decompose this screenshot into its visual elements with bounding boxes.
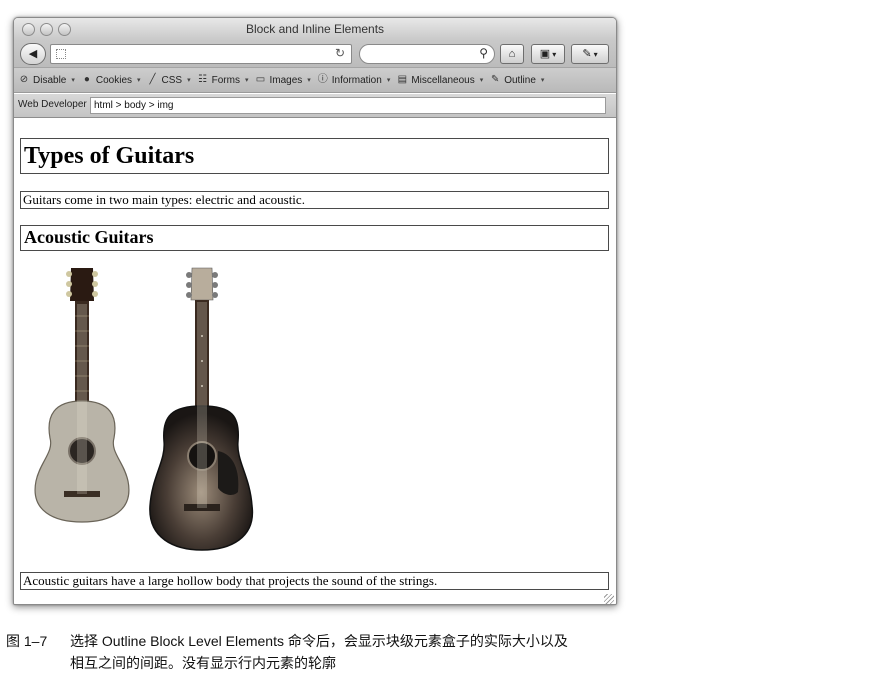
devbar-item-label: Information bbox=[331, 74, 382, 86]
chevron-down-icon: ▾ bbox=[386, 77, 391, 84]
disable-icon: ⊘ bbox=[19, 74, 29, 85]
web-developer-path-bar: Web Developer html > body > img bbox=[14, 94, 616, 118]
devbar-item-images[interactable]: ▭ Images ▾ bbox=[254, 74, 311, 86]
information-icon: ⓘ bbox=[317, 74, 328, 85]
chevron-down-icon: ▾ bbox=[244, 77, 249, 84]
devbar-item-forms[interactable]: ☷ Forms ▾ bbox=[197, 74, 249, 86]
cookies-icon: ● bbox=[83, 74, 90, 85]
favicon-placeholder-icon bbox=[56, 49, 66, 59]
chevron-down-icon: ▾ bbox=[540, 77, 545, 84]
devbar-item-miscellaneous[interactable]: ▤ Miscellaneous ▾ bbox=[396, 74, 484, 86]
home-icon[interactable]: ⌂ bbox=[500, 44, 524, 64]
web-developer-label: Web Developer bbox=[18, 99, 87, 110]
figure-number: 图 1–7 bbox=[6, 633, 48, 649]
intro-paragraph: Guitars come in two main types: electric… bbox=[20, 191, 609, 209]
web-developer-toolbar: ⊘ Disable ▾ ● Cookies ▾ ╱ CSS ▾ ☷ Forms ▾ ▭ Image… bbox=[14, 67, 616, 93]
classical-guitar-image bbox=[34, 268, 130, 523]
address-bar[interactable]: ↻ bbox=[50, 44, 352, 64]
search-icon: ⚲ bbox=[479, 46, 488, 60]
caption-line-2: 相互之间的间距。没有显示行内元素的轮廓 bbox=[70, 655, 336, 671]
reload-icon[interactable]: ↻ bbox=[335, 46, 345, 60]
devbar-item-label: Images bbox=[269, 74, 303, 86]
devbar-item-cookies[interactable]: ● Cookies ▾ bbox=[81, 74, 141, 86]
caption-line-1: 选择 Outline Block Level Elements 命令后，会显示块… bbox=[70, 633, 568, 649]
page-title: Types of Guitars bbox=[20, 138, 609, 174]
devbar-item-information[interactable]: ⓘ Information ▾ bbox=[317, 74, 391, 86]
devbar-item-label: Disable bbox=[33, 74, 67, 86]
chevron-down-icon: ▾ bbox=[479, 77, 484, 84]
devbar-item-label: Cookies bbox=[95, 74, 133, 86]
browser-window: Block and Inline Elements ◀ ↻ ⚲ ⌂ ▣ ▾ ✎ ▾ … bbox=[13, 17, 617, 605]
page-content: Types of Guitars Guitars come in two mai… bbox=[14, 119, 616, 604]
title-bar: Block and Inline Elements bbox=[14, 18, 616, 40]
chevron-down-icon: ▾ bbox=[187, 77, 191, 84]
outline-icon: ✎ bbox=[491, 74, 500, 85]
window-title: Block and Inline Elements bbox=[245, 22, 385, 36]
chevron-down-icon: ▾ bbox=[307, 77, 311, 84]
bookmarks-icon[interactable]: ▣ ▾ bbox=[531, 44, 565, 64]
devbar-item-label: CSS bbox=[161, 74, 183, 86]
element-path-field[interactable]: html > body > img bbox=[90, 97, 606, 114]
chevron-down-icon: ▾ bbox=[71, 77, 75, 84]
section-heading: Acoustic Guitars bbox=[20, 225, 609, 251]
devbar-item-label: Outline bbox=[504, 74, 536, 86]
forms-icon: ☷ bbox=[198, 74, 208, 85]
figure-caption: 图 1–7 选择 Outline Block Level Elements 命令后… bbox=[6, 630, 568, 674]
back-arrow-icon[interactable]: ◀ bbox=[20, 43, 46, 65]
wrench-icon[interactable]: ✎ ▾ bbox=[571, 44, 609, 64]
images-icon: ▭ bbox=[255, 74, 266, 85]
devbar-item-outline[interactable]: ✎ Outline ▾ bbox=[489, 74, 544, 86]
body-paragraph: Acoustic guitars have a large hollow bod… bbox=[20, 572, 609, 590]
dreadnought-guitar-image bbox=[149, 267, 254, 551]
search-input[interactable]: ⚲ bbox=[359, 44, 495, 64]
devbar-item-label: Miscellaneous bbox=[411, 74, 475, 86]
miscellaneous-icon: ▤ bbox=[397, 74, 408, 85]
chevron-down-icon: ▾ bbox=[137, 77, 141, 84]
resize-handle-icon[interactable] bbox=[604, 594, 614, 604]
devbar-item-label: Forms bbox=[211, 74, 240, 86]
devbar-item-disable[interactable]: ⊘ Disable ▾ bbox=[18, 74, 75, 86]
devbar-item-css[interactable]: ╱ CSS ▾ bbox=[147, 74, 191, 86]
css-icon: ╱ bbox=[149, 74, 156, 85]
